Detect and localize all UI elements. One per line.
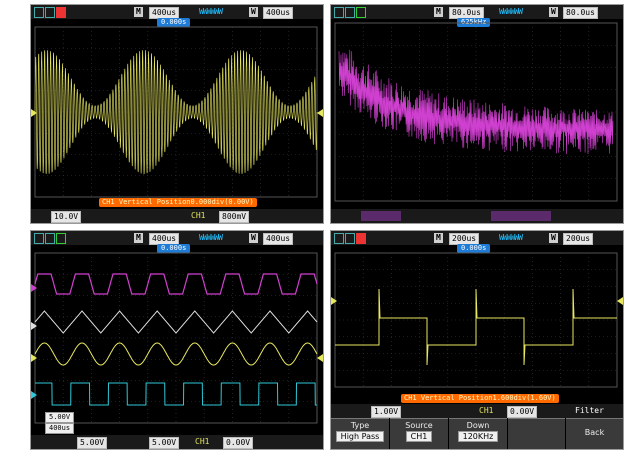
back-button-label: Back (584, 428, 605, 437)
ch2-scale[interactable]: 5.00V (149, 437, 180, 449)
scope-panel-multichannel: M 400us WWWWWW W 400us 0.000s 5.00V 400u… (30, 230, 324, 450)
ch1-scale[interactable]: 5.00V (77, 437, 108, 449)
status-message: CH1 Vertical Position1.600div(1.60V) (401, 394, 559, 403)
status-message: CH1 Vertical Position0.000div(0.00V) (99, 198, 257, 207)
trigger-level-marker (317, 354, 323, 362)
softkey-type-title: Type (350, 421, 370, 430)
math-position-marker (31, 284, 37, 292)
trigger-level[interactable]: 0.00V (507, 406, 538, 418)
bottom-status-bar (331, 209, 623, 223)
softkey-type-value: High Pass (335, 431, 385, 442)
trigger-source: CH1 (191, 211, 206, 220)
trigger-level[interactable]: 0.00V (223, 437, 254, 449)
softkey-source[interactable]: Source CH1 (390, 418, 448, 449)
waveform-display (34, 26, 318, 198)
fft-scale-indicator (361, 211, 401, 221)
softkey-blank[interactable] (508, 418, 565, 449)
bottom-status-bar: 5.00V 5.00V CH1 0.00V (31, 435, 323, 449)
trigger-level-marker (617, 297, 623, 305)
softkey-source-value: CH1 (405, 431, 433, 442)
scope-panel-am: M 400us WWWWWW W 400us 0.000s CH1 Vertic… (30, 4, 324, 224)
spectrum-display (334, 22, 618, 202)
ref-scale-box: 5.00V (45, 412, 75, 423)
ref-timebase-box: 400us (45, 423, 75, 434)
ch1-scale[interactable]: 1.00V (371, 406, 402, 418)
softkey-down-title: Down (466, 421, 490, 430)
softkey-source-title: Source (405, 421, 433, 430)
bottom-status-bar: 10.0V CH1 800mV (31, 209, 323, 223)
trigger-level[interactable]: 800mV (219, 211, 250, 223)
softkey-type[interactable]: Type High Pass (331, 418, 389, 449)
scope-panel-fft: M 80.0us WWWWWW W 80.0us 625kHz (330, 4, 624, 224)
fft-span-indicator (491, 211, 551, 221)
ch2-position-marker (31, 391, 37, 399)
scope-panel-filter: M 200us WWWWWW W 200us 0.000s CH1 Vertic… (330, 230, 624, 450)
trigger-source: CH1 (195, 437, 210, 446)
waveform-display (34, 252, 318, 424)
ch1-scale[interactable]: 10.0V (51, 211, 82, 223)
softkey-down-value: 120KHz (457, 431, 499, 442)
ch1-position-marker (31, 354, 37, 362)
trigger-source: CH1 (479, 406, 494, 415)
ref-position-marker (31, 322, 37, 330)
back-button[interactable]: Back (566, 418, 623, 449)
bottom-status-bar: 1.00V CH1 0.00V Filter (331, 404, 623, 418)
ch1-position-marker (331, 297, 337, 305)
fft-trace (338, 49, 614, 155)
filter-menu-title: Filter (575, 406, 604, 415)
trigger-level-marker (317, 109, 323, 117)
ch1-position-marker (31, 109, 37, 117)
softkey-down[interactable]: Down 120KHz (449, 418, 507, 449)
